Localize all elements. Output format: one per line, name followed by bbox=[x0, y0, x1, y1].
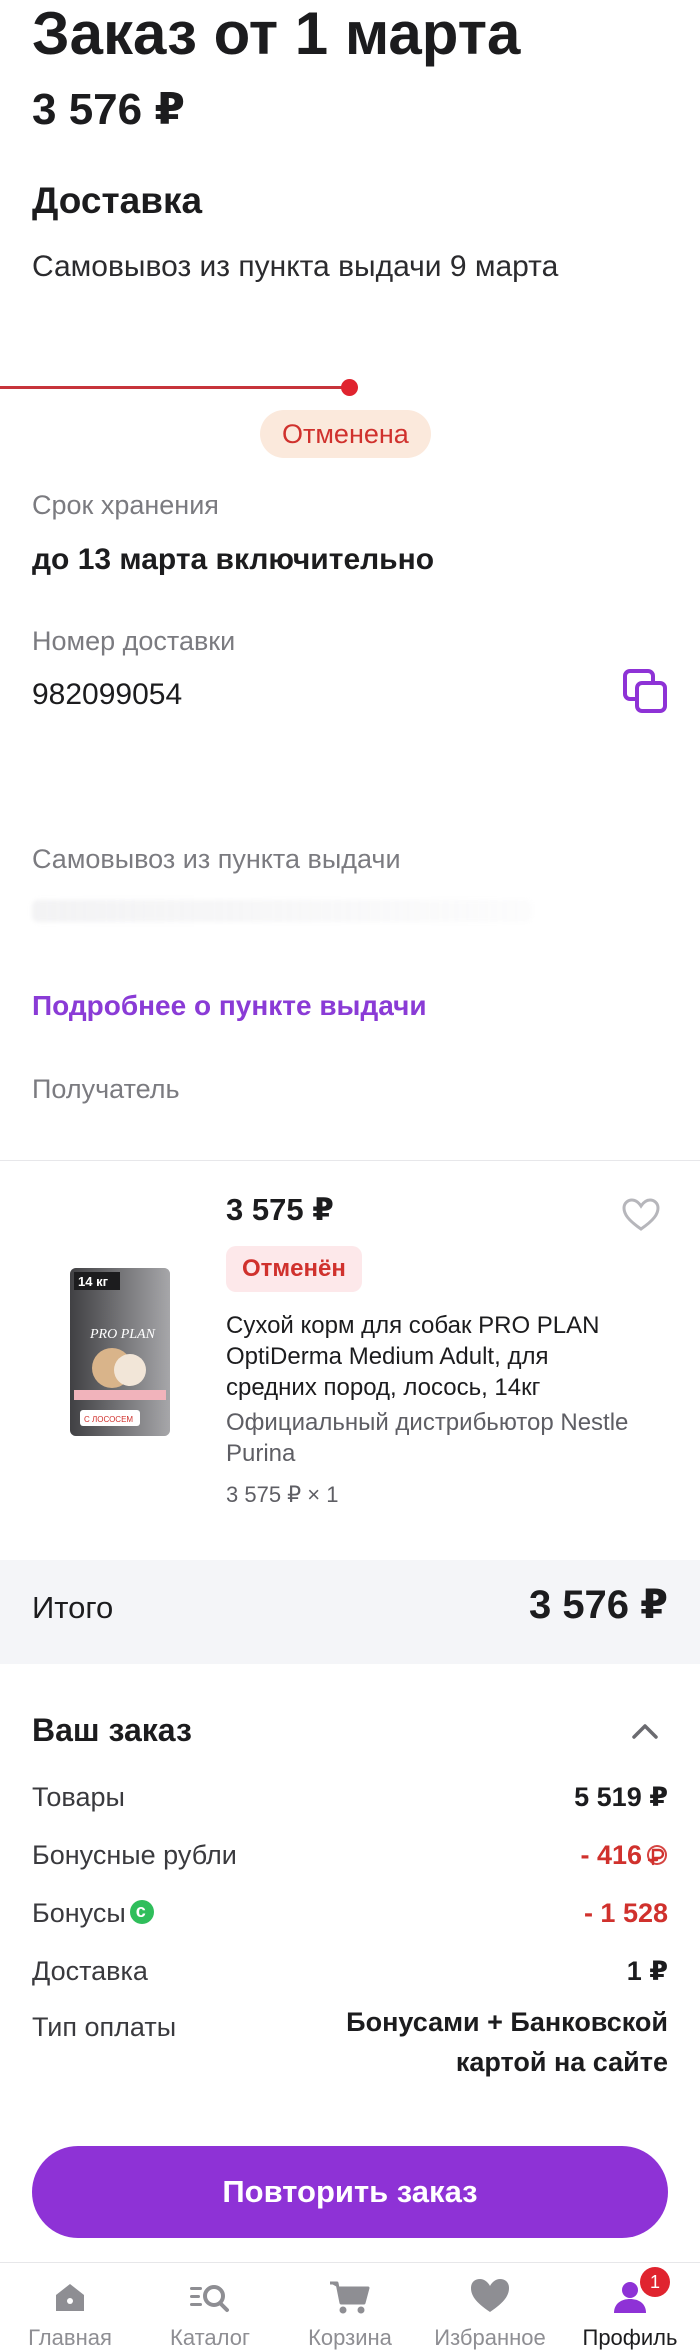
storage-label: Срок хранения bbox=[32, 490, 219, 520]
tab-profile[interactable]: 1 Профиль bbox=[560, 2263, 700, 2350]
payment-type-value: Бонусами + Банковской картой на сайте bbox=[346, 2007, 668, 2077]
summary-row-value: - 1 528 bbox=[583, 1898, 668, 1928]
bonus-rubles-value: - 416 bbox=[580, 1840, 642, 1870]
product-image[interactable]: 14 кг PRO PLAN С ЛОСОСЕМ bbox=[60, 1260, 180, 1440]
copy-icon[interactable] bbox=[622, 668, 670, 716]
product-name[interactable]: Сухой корм для собак PRO PLAN OptiDerma … bbox=[226, 1310, 636, 1403]
storage-value: до 13 марта включительно bbox=[32, 543, 435, 576]
tab-label: Избранное bbox=[434, 2325, 546, 2350]
summary-row-label: Бонусы bbox=[32, 1898, 154, 1929]
repeat-order-button[interactable]: Повторить заказ bbox=[32, 2146, 668, 2238]
delivery-title: Доставка bbox=[32, 180, 203, 221]
pickup-details-link[interactable]: Подробнее о пункте выдачи bbox=[32, 990, 427, 1022]
total-label: Итого bbox=[32, 1590, 114, 1625]
total-section: Итого 3 576 ₽ bbox=[0, 1560, 700, 1664]
recipient-label: Получатель bbox=[32, 1074, 180, 1104]
summary-row-value: 1 ₽ bbox=[626, 1956, 668, 1986]
bonus-coin-icon bbox=[129, 1900, 154, 1924]
order-sum: 3 576 ₽ bbox=[32, 85, 185, 134]
bottom-tab-bar: Главная Каталог Корзина Избранное 1 Проф… bbox=[0, 2262, 700, 2350]
tab-cart[interactable]: Корзина bbox=[280, 2263, 420, 2350]
package-brand-text: PRO PLAN bbox=[89, 1327, 156, 1342]
tab-label: Каталог bbox=[170, 2325, 250, 2350]
product-status-badge: Отменён bbox=[226, 1246, 362, 1292]
bonus-ruble-icon bbox=[647, 1845, 667, 1866]
delivery-number-value: 982099054 bbox=[32, 678, 183, 711]
order-summary-title: Ваш заказ bbox=[32, 1712, 192, 1748]
delivery-status-badge: Отменена bbox=[260, 410, 431, 458]
pickup-address-blurred bbox=[32, 900, 532, 922]
tab-label: Главная bbox=[28, 2325, 112, 2350]
divider bbox=[0, 1160, 700, 1161]
delivery-progress-dot bbox=[341, 379, 358, 396]
chevron-up-icon[interactable] bbox=[630, 1720, 660, 1742]
catalog-search-icon bbox=[190, 2285, 229, 2312]
heart-icon bbox=[471, 2279, 509, 2312]
product-seller: Официальный дистрибьютор Nestle Purina bbox=[226, 1409, 629, 1467]
summary-row-label: Бонусные рубли bbox=[32, 1840, 237, 1870]
favorite-heart-icon[interactable] bbox=[622, 1198, 660, 1232]
order-title: Заказ от 1 марта bbox=[32, 0, 521, 67]
delivery-progress-line bbox=[0, 386, 350, 389]
tab-home[interactable]: Главная bbox=[0, 2263, 140, 2350]
summary-row-value: - 416 bbox=[580, 1840, 668, 1871]
home-icon bbox=[56, 2284, 84, 2311]
pickup-label: Самовывоз из пункта выдачи bbox=[32, 844, 401, 874]
delivery-subtitle: Самовывоз из пункта выдачи 9 марта bbox=[32, 250, 559, 283]
profile-notification-badge: 1 bbox=[640, 2267, 670, 2297]
summary-row-value: 5 519 ₽ bbox=[574, 1782, 668, 1812]
delivery-number-label: Номер доставки bbox=[32, 626, 236, 656]
bonuses-label: Бонусы bbox=[32, 1898, 126, 1928]
package-flavor-text: С ЛОСОСЕМ bbox=[84, 1415, 133, 1424]
summary-row-label: Доставка bbox=[32, 1956, 148, 1986]
payment-type-label: Тип оплаты bbox=[32, 2012, 177, 2042]
total-value: 3 576 ₽ bbox=[528, 1583, 668, 1627]
package-weight-text: 14 кг bbox=[78, 1274, 109, 1289]
tab-favorites[interactable]: Избранное bbox=[420, 2263, 560, 2350]
tab-label: Профиль bbox=[582, 2325, 678, 2350]
product-quantity: 3 575 ₽ × 1 bbox=[226, 1482, 339, 1507]
product-price: 3 575 ₽ bbox=[226, 1192, 334, 1227]
tab-label: Корзина bbox=[308, 2325, 392, 2350]
tab-catalog[interactable]: Каталог bbox=[140, 2263, 280, 2350]
cart-icon bbox=[330, 2281, 370, 2314]
summary-row-label: Товары bbox=[32, 1782, 125, 1812]
